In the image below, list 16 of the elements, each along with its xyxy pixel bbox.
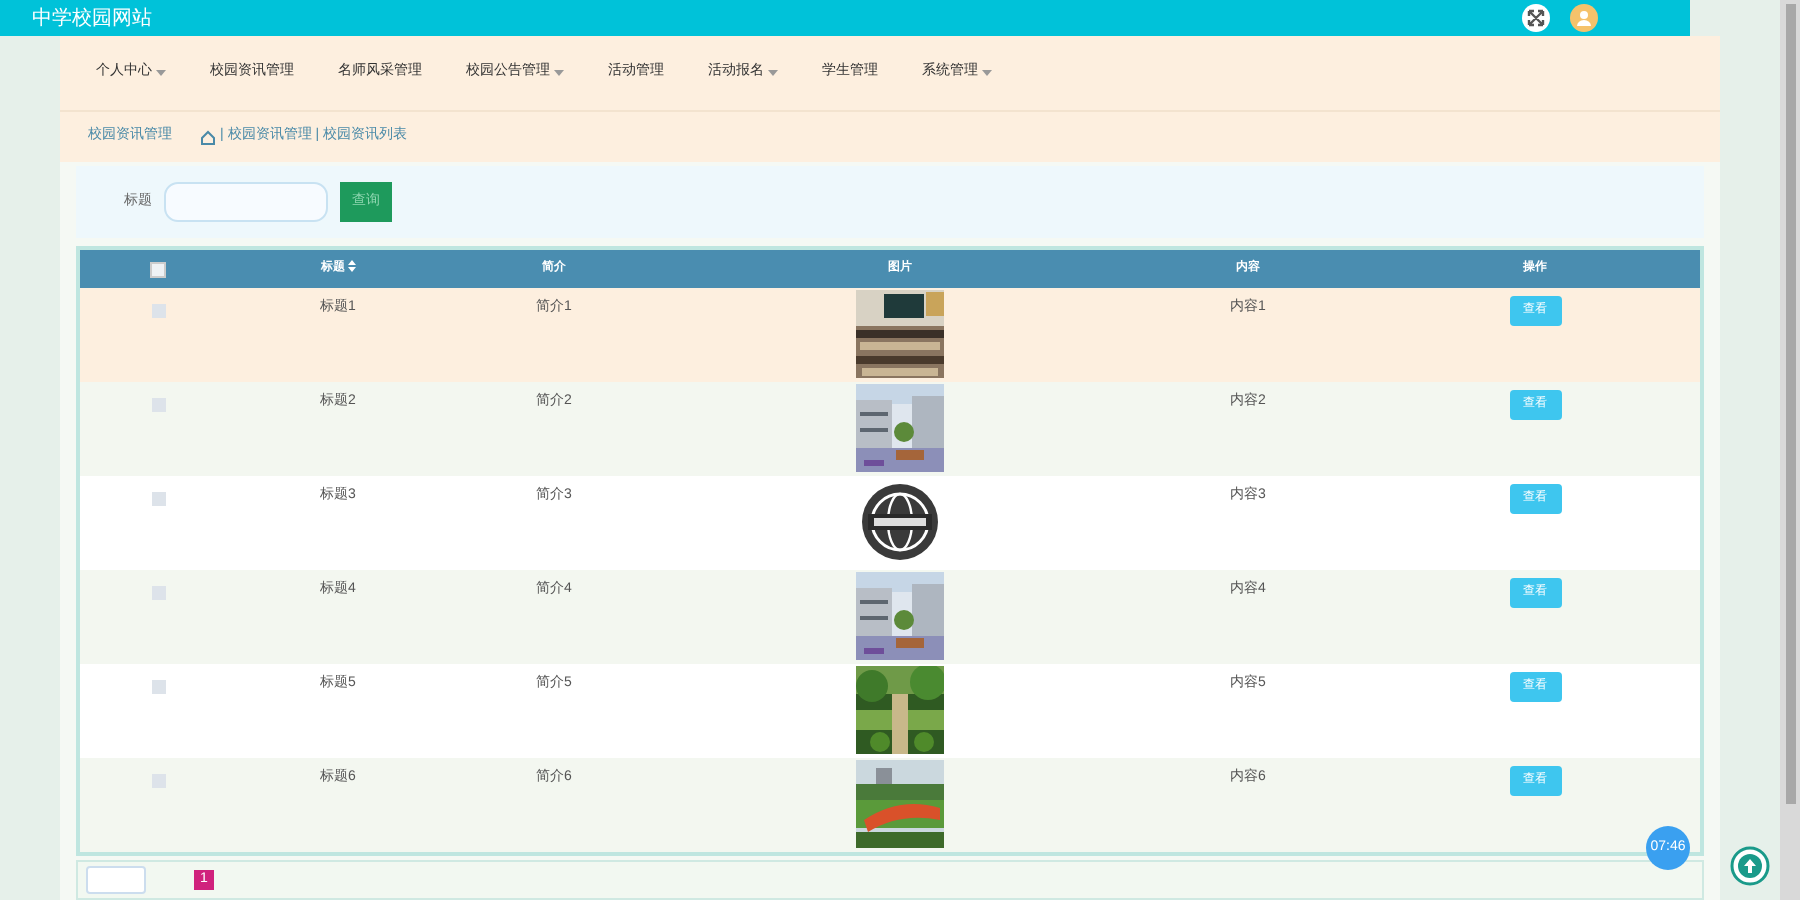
row-checkbox[interactable] (151, 304, 165, 318)
row-checkbox[interactable] (151, 680, 165, 694)
select-all-checkbox[interactable] (150, 261, 166, 277)
scrollbar-thumb[interactable] (1785, 4, 1795, 804)
site-title: 中学校园网站 (32, 5, 152, 33)
fullscreen-icon[interactable] (1522, 4, 1550, 32)
search-field[interactable] (164, 182, 328, 222)
caret-icon[interactable] (768, 69, 778, 77)
caret-icon[interactable] (554, 69, 564, 77)
caret-icon[interactable] (982, 69, 992, 77)
home-icon[interactable] (200, 129, 216, 145)
caret-icon[interactable] (156, 69, 166, 77)
page-size-select[interactable] (86, 866, 146, 894)
row-checkbox[interactable] (151, 492, 165, 506)
avatar-icon[interactable] (1570, 4, 1598, 32)
sort-icon[interactable] (347, 260, 355, 272)
